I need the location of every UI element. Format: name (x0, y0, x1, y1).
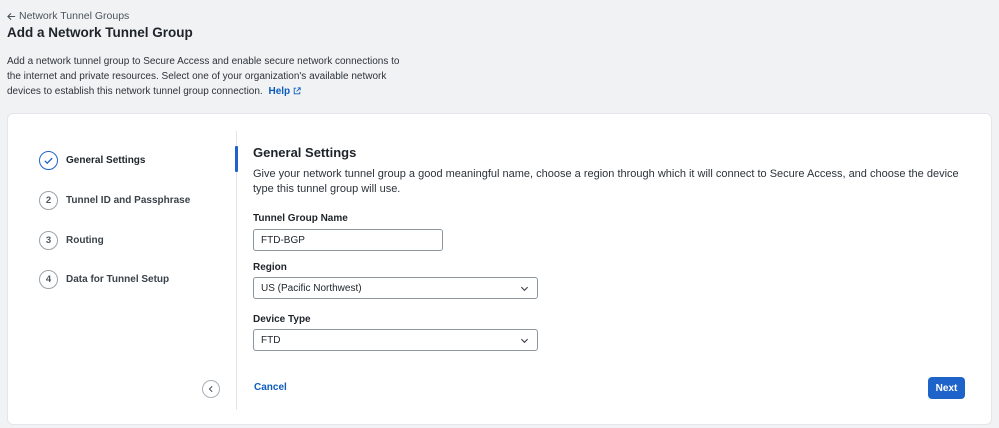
step-label: Routing (66, 235, 104, 246)
step-number: 4 (39, 270, 58, 289)
device-type-value: FTD (261, 334, 281, 346)
chevron-left-icon (207, 385, 215, 393)
next-button[interactable]: Next (928, 377, 965, 399)
back-link[interactable]: Network Tunnel Groups (7, 10, 129, 22)
step-tunnel-id[interactable]: 2 Tunnel ID and Passphrase (39, 191, 190, 210)
page-title: Add a Network Tunnel Group (7, 25, 193, 40)
step-number: 3 (39, 231, 58, 250)
wizard-card: General Settings 2 Tunnel ID and Passphr… (7, 113, 992, 425)
help-link[interactable]: Help (269, 86, 291, 97)
step-label: Data for Tunnel Setup (66, 274, 170, 285)
active-step-indicator (235, 146, 238, 172)
cancel-button[interactable]: Cancel (254, 382, 287, 393)
device-type-select[interactable]: FTD (253, 329, 538, 351)
intro-description: Add a network tunnel group to Secure Acc… (7, 56, 400, 97)
arrow-left-icon (7, 12, 16, 21)
step-complete-check-icon (39, 151, 58, 170)
back-link-label[interactable]: Network Tunnel Groups (19, 10, 129, 22)
step-data-for-tunnel-setup[interactable]: 4 Data for Tunnel Setup (39, 270, 169, 289)
steps-divider (236, 131, 237, 410)
step-label: Tunnel ID and Passphrase (66, 195, 191, 206)
step-routing[interactable]: 3 Routing (39, 231, 104, 250)
external-link-icon[interactable] (293, 85, 301, 100)
device-type-label: Device Type (253, 314, 311, 325)
chevron-down-icon (520, 336, 529, 345)
section-description: Give your network tunnel group a good me… (253, 168, 959, 195)
tunnel-group-name-label: Tunnel Group Name (253, 213, 348, 224)
region-select[interactable]: US (Pacific Northwest) (253, 277, 538, 299)
step-label: General Settings (66, 155, 146, 166)
chevron-down-icon (520, 284, 529, 293)
region-value: US (Pacific Northwest) (261, 282, 362, 294)
step-number: 2 (39, 191, 58, 210)
region-label: Region (253, 262, 287, 273)
step-general-settings[interactable]: General Settings (39, 151, 145, 170)
tunnel-group-name-input[interactable] (253, 229, 443, 251)
collapse-steps-button[interactable] (202, 380, 220, 398)
intro-text: Add a network tunnel group to Secure Acc… (7, 54, 412, 100)
section-title: General Settings (253, 145, 357, 160)
